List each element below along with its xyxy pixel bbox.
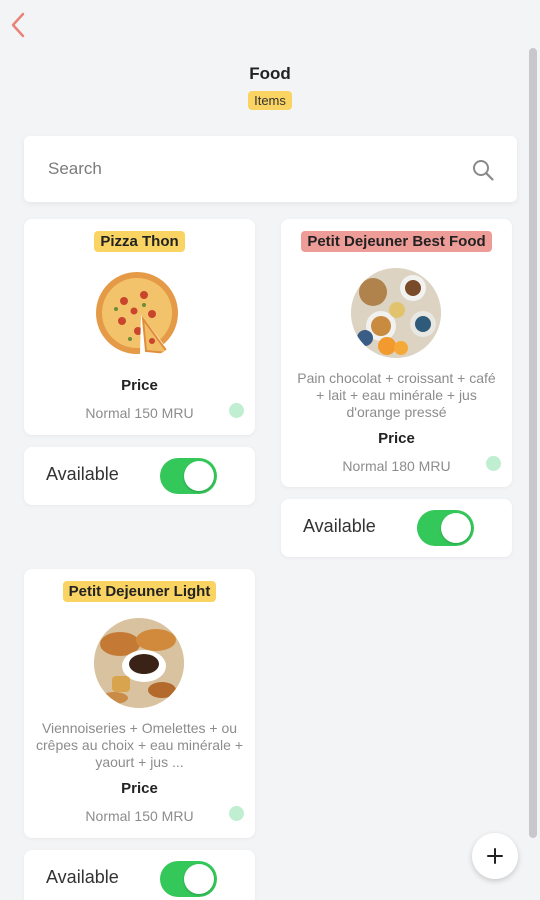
price-value: Normal 150 MRU [85, 405, 194, 421]
status-dot [229, 403, 244, 418]
search-input[interactable] [48, 136, 448, 202]
price-label: Price [121, 780, 158, 797]
add-item-button[interactable] [472, 833, 518, 879]
availability-row: Available [24, 447, 255, 505]
item-card[interactable]: Petit Dejeuner Best Food Pain chocolat +… [281, 219, 512, 487]
page-subtitle-badge: Items [248, 91, 292, 110]
scrollbar[interactable] [529, 48, 537, 838]
chevron-left-icon [11, 12, 25, 38]
page-title: Food [249, 64, 291, 83]
item-image-pizza [94, 269, 184, 359]
availability-row: Available [281, 499, 512, 557]
item-image-viennoiseries [94, 618, 184, 708]
item-image-breakfast [351, 268, 441, 358]
status-dot [229, 806, 244, 821]
status-dot [486, 456, 501, 471]
availability-toggle[interactable] [160, 861, 217, 897]
item-name-badge: Petit Dejeuner Light [62, 581, 217, 602]
search-icon[interactable] [471, 158, 495, 182]
toggle-knob [184, 864, 214, 894]
availability-toggle[interactable] [160, 458, 217, 494]
back-button[interactable] [4, 8, 32, 42]
availability-label: Available [46, 867, 119, 887]
toggle-knob [184, 461, 214, 491]
item-description: Pain chocolat + croissant + café + lait … [297, 370, 496, 420]
availability-row: Available [24, 850, 255, 900]
item-card[interactable]: Petit Dejeuner Light Viennoiseries + Ome… [24, 569, 255, 838]
availability-label: Available [46, 464, 119, 484]
item-name-badge: Pizza Thon [94, 231, 185, 252]
item-name-badge: Petit Dejeuner Best Food [301, 231, 492, 252]
search-bar [24, 136, 517, 202]
toggle-knob [441, 513, 471, 543]
price-value: Normal 180 MRU [342, 458, 451, 474]
availability-toggle[interactable] [417, 510, 474, 546]
plus-icon [487, 848, 503, 864]
item-card[interactable]: Pizza Thon Price Normal 150 MRU [24, 219, 255, 435]
price-label: Price [378, 430, 415, 447]
price-value: Normal 150 MRU [85, 808, 194, 824]
item-description: Viennoiseries + Omelettes + ou crêpes au… [36, 720, 244, 770]
availability-label: Available [303, 516, 376, 536]
price-label: Price [121, 377, 158, 394]
